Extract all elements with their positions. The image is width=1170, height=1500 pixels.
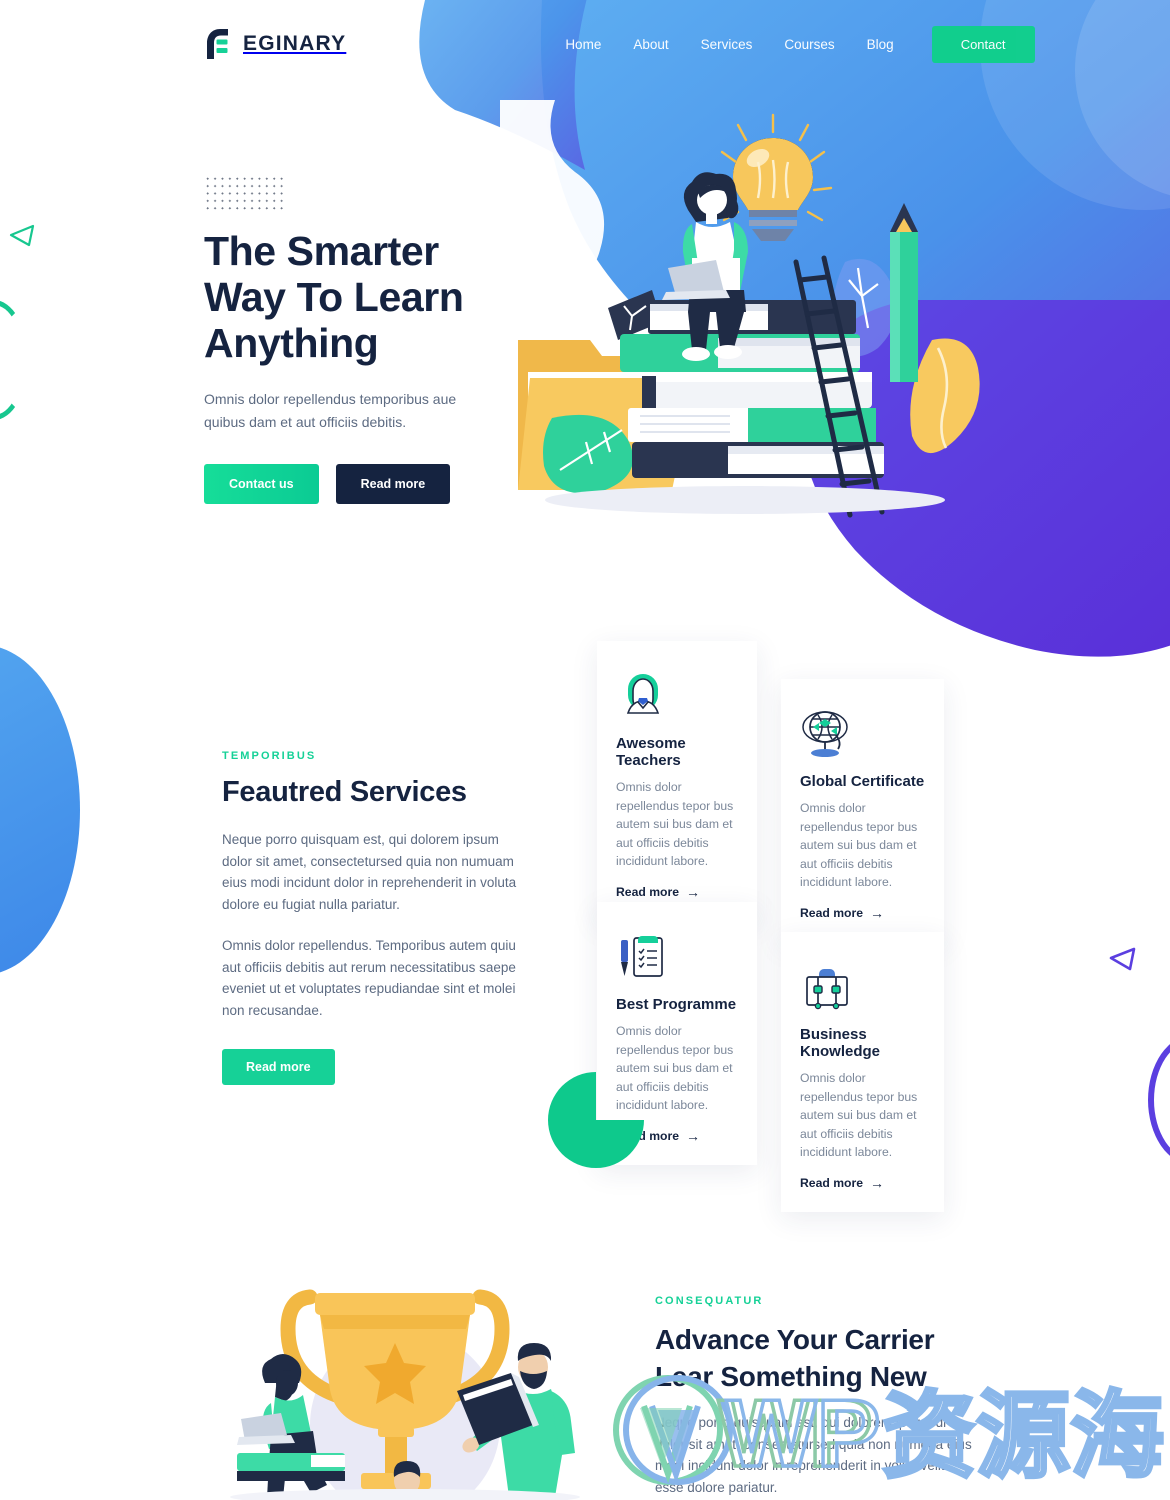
hero-subtitle: Omnis dolor repellendus temporibus aue q… [204,391,457,430]
dot-grid-decoration [204,175,284,213]
nav-item-services[interactable]: Services [685,37,769,52]
nav-item-blog[interactable]: Blog [851,37,910,52]
services-paragraph-2: Omnis dolor repellendus. Temporibus aute… [222,938,516,1018]
hero-contact-us-button[interactable]: Contact us [204,464,319,504]
hero-illustration [500,100,980,518]
logo[interactable]: EGINARY [204,28,346,60]
advance-copy: CONSEQUATUR Advance Your Carrier Lear So… [655,1295,975,1500]
site-header: EGINARY Home About Services Courses Blog… [0,0,1170,88]
main-navigation: Home About Services Courses Blog Contact [549,25,1035,63]
hero-read-more-button[interactable]: Read more [335,464,451,504]
nav-item-home[interactable]: Home [549,37,617,52]
landing-page: EGINARY Home About Services Courses Blog… [0,0,1170,1500]
advance-section: CONSEQUATUR Advance Your Carrier Lear So… [0,1255,1170,1500]
featured-services-section: TEMPORIBUS Feautred Services Neque porro… [0,640,1170,1200]
advance-title: Advance Your Carrier Lear Something New [655,1324,935,1392]
brand-name: EGINARY [243,32,347,55]
hero-content: The Smarter Way To Learn Anything Omnis … [204,228,504,504]
nav-item-about[interactable]: About [617,37,684,52]
services-eyebrow: TEMPORIBUS [222,750,317,762]
services-title: Feautred Services [222,776,467,808]
advance-eyebrow: CONSEQUATUR [655,1295,764,1307]
services-copy: TEMPORIBUS Feautred Services Neque porro… [222,750,518,1085]
nav-item-courses[interactable]: Courses [768,37,850,52]
green-triangle-icon [9,224,35,247]
hero-buttons: Contact us Read more [204,464,504,504]
eginary-e-mark-icon [207,29,228,59]
contact-button[interactable]: Contact [931,25,1035,63]
services-read-more-button[interactable]: Read more [222,1049,335,1085]
advance-paragraph-1: Neque porro quisquam est, qui dolorem ip… [655,1415,972,1495]
services-paragraph-1: Neque porro quisquam est, qui dolorem ip… [222,832,517,912]
hero-title: The Smarter Way To Learn Anything [204,228,464,366]
